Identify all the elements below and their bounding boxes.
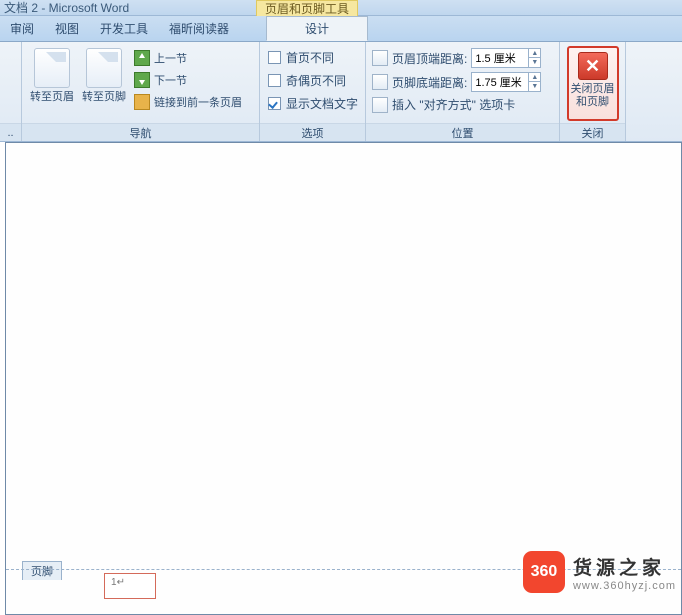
goto-footer-label: 转至页脚 <box>82 90 126 104</box>
document-area: 页脚 1↵ <box>5 142 682 615</box>
ribbon: .. 转至页眉 转至页脚 上一节 下一节 <box>0 42 682 142</box>
tab-design[interactable]: 设计 <box>266 16 368 41</box>
link-icon <box>134 94 150 110</box>
footer-distance-icon <box>372 74 388 90</box>
tab-foxit-reader[interactable]: 福昕阅读器 <box>159 16 240 41</box>
link-prev-label: 链接到前一条页眉 <box>154 94 242 110</box>
footer-from-bottom-label: 页脚底端距离: <box>392 74 467 91</box>
footer-tag[interactable]: 页脚 <box>22 561 62 580</box>
previous-section-button[interactable]: 上一节 <box>132 48 244 68</box>
next-section-label: 下一节 <box>154 72 187 88</box>
prev-section-label: 上一节 <box>154 50 187 66</box>
document-page[interactable]: 页脚 1↵ <box>6 143 681 614</box>
footer-distance-spinner[interactable]: ▲▼ <box>471 72 541 92</box>
spin-up-icon[interactable]: ▲ <box>528 49 540 58</box>
header-from-top-label: 页眉顶端距离: <box>392 50 467 67</box>
tab-view[interactable]: 视图 <box>45 16 90 41</box>
show-document-text-checkbox[interactable]: 显示文档文字 <box>266 92 359 115</box>
different-odd-even-checkbox[interactable]: 奇偶页不同 <box>266 69 359 92</box>
header-distance-spinner[interactable]: ▲▼ <box>471 48 541 68</box>
arrow-up-icon <box>134 50 150 66</box>
spin-down-icon[interactable]: ▼ <box>528 82 540 91</box>
diff-oddeven-label: 奇偶页不同 <box>286 72 346 89</box>
document-icon <box>34 48 70 88</box>
different-first-page-checkbox[interactable]: 首页不同 <box>266 46 359 69</box>
close-btn-line1: 关闭页眉 <box>571 83 615 96</box>
group-position: 页眉顶端距离: ▲▼ 页脚底端距离: ▲▼ 插入 "对齐方式" 选项卡 位置 <box>366 42 560 141</box>
document-icon <box>86 48 122 88</box>
watermark: 360 货源之家 www.360hyzj.com <box>523 551 676 593</box>
group-label-partial: .. <box>0 123 21 141</box>
title-bar: 文档 2 - Microsoft Word 页眉和页脚工具 <box>0 0 682 16</box>
insert-alignment-tab-button[interactable]: 插入 "对齐方式" 选项卡 <box>372 94 553 115</box>
checkbox-icon <box>268 51 281 64</box>
next-section-button[interactable]: 下一节 <box>132 70 244 90</box>
group-close: ✕ 关闭页眉 和页脚 关闭 <box>560 42 626 141</box>
checkbox-icon <box>268 74 281 87</box>
close-x-icon: ✕ <box>578 52 608 80</box>
watermark-url: www.360hyzj.com <box>573 580 676 592</box>
align-tab-icon <box>372 97 388 113</box>
link-to-previous-button[interactable]: 链接到前一条页眉 <box>132 92 244 112</box>
insert-align-tab-label: 插入 "对齐方式" 选项卡 <box>392 96 515 113</box>
header-distance-icon <box>372 50 388 66</box>
group-navigation: 转至页眉 转至页脚 上一节 下一节 链接到前一条页眉 <box>22 42 260 141</box>
document-title: 文档 2 - Microsoft Word <box>4 0 129 16</box>
spin-down-icon[interactable]: ▼ <box>528 58 540 67</box>
watermark-badge: 360 <box>523 551 565 593</box>
group-insert-partial: .. <box>0 42 22 141</box>
show-doc-text-label: 显示文档文字 <box>286 95 358 112</box>
goto-footer-button[interactable]: 转至页脚 <box>80 46 128 123</box>
diff-first-label: 首页不同 <box>286 49 334 66</box>
page-number-highlight: 1↵ <box>104 573 156 599</box>
group-label-position: 位置 <box>366 123 559 141</box>
group-label-close: 关闭 <box>560 123 625 141</box>
footer-distance-input[interactable] <box>472 73 528 91</box>
tab-review[interactable]: 审阅 <box>0 16 45 41</box>
spin-up-icon[interactable]: ▲ <box>528 73 540 82</box>
header-distance-input[interactable] <box>472 49 528 67</box>
paragraph-mark: ↵ <box>117 577 125 588</box>
group-label-navigation: 导航 <box>22 123 259 141</box>
group-label-options: 选项 <box>260 123 365 141</box>
goto-header-label: 转至页眉 <box>30 90 74 104</box>
contextual-tab-title: 页眉和页脚工具 <box>256 0 358 16</box>
close-btn-line2: 和页脚 <box>576 96 609 109</box>
watermark-title: 货源之家 <box>573 553 676 580</box>
tab-developer[interactable]: 开发工具 <box>90 16 159 41</box>
goto-header-button[interactable]: 转至页眉 <box>28 46 76 123</box>
group-options: 首页不同 奇偶页不同 显示文档文字 选项 <box>260 42 366 141</box>
ribbon-tabs: 审阅 视图 开发工具 福昕阅读器 设计 <box>0 16 682 42</box>
close-header-footer-button[interactable]: ✕ 关闭页眉 和页脚 <box>567 46 619 121</box>
checkbox-checked-icon <box>268 97 281 110</box>
arrow-down-icon <box>134 72 150 88</box>
